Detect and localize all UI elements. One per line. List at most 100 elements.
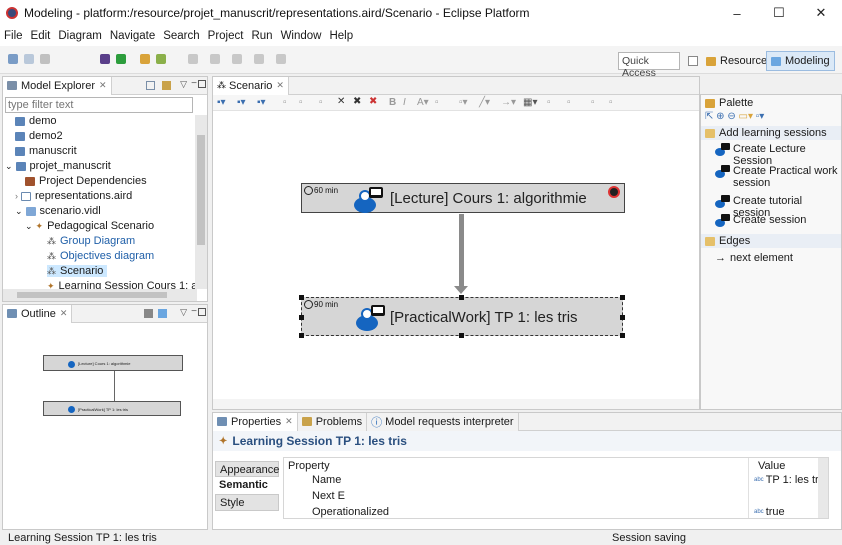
selection-handle[interactable] — [299, 295, 304, 300]
back-icon[interactable] — [232, 54, 242, 64]
print-icon[interactable] — [40, 54, 50, 64]
text-tool-icon[interactable]: ▫▾ — [756, 111, 765, 122]
menu-file[interactable]: File — [4, 30, 23, 42]
selection-handle[interactable] — [620, 333, 625, 338]
horizontal-scrollbar[interactable] — [213, 399, 699, 409]
row-value[interactable]: abc TP 1: les tris — [754, 474, 827, 486]
vertical-scrollbar[interactable] — [818, 458, 828, 518]
new-icon[interactable] — [8, 54, 18, 64]
filter-input[interactable] — [5, 97, 193, 113]
arrow-style-icon[interactable]: →▾ — [501, 97, 516, 108]
open-type-icon[interactable] — [140, 54, 150, 64]
zoom-fit-icon[interactable]: ▫ — [591, 97, 595, 108]
menu-edit[interactable]: Edit — [31, 30, 51, 42]
close-icon[interactable]: ✕ — [276, 80, 284, 91]
layers-icon[interactable]: ▪▾ — [257, 97, 266, 108]
paste-format-icon[interactable]: ▫ — [567, 97, 571, 108]
arrange-icon[interactable]: ▪▾ — [237, 97, 246, 108]
hide-icon[interactable]: ✕ — [337, 96, 345, 107]
tree-item-group-diagram[interactable]: ⁂ Group Diagram — [47, 235, 135, 247]
tree-item-scenario-vidl[interactable]: ⌄ scenario.vidl — [15, 205, 101, 217]
tree-item-demo[interactable]: demo — [15, 115, 57, 127]
tab-scenario[interactable]: ⁂ Scenario ✕ — [213, 76, 289, 95]
view-menu-icon[interactable]: ▽ — [180, 79, 187, 90]
palette-create-practical[interactable]: Create Practical work session — [715, 165, 839, 189]
menu-project[interactable]: Project — [208, 30, 244, 42]
grid-icon[interactable]: ▦▾ — [523, 97, 537, 108]
tab-properties[interactable]: Properties ✕ — [213, 412, 298, 431]
tree-item-projet-manuscrit[interactable]: ⌄ projet_manuscrit — [5, 160, 111, 172]
maximize-icon[interactable] — [198, 308, 206, 316]
next-annotation-icon[interactable] — [210, 54, 220, 64]
minimize-button[interactable]: – — [716, 0, 758, 26]
line-style-icon[interactable]: ╱▾ — [479, 97, 490, 108]
perspective-modeling[interactable]: Modeling — [766, 51, 835, 71]
bold-icon[interactable]: B — [389, 97, 396, 108]
tab-problems[interactable]: Problems — [297, 412, 368, 431]
maximize-icon[interactable] — [198, 80, 206, 88]
palette-create-lecture[interactable]: Create Lecture Session — [715, 143, 841, 167]
annotation-icon[interactable] — [188, 54, 198, 64]
palette-create-session[interactable]: Create session — [715, 214, 806, 228]
menu-search[interactable]: Search — [163, 30, 199, 42]
close-button[interactable]: ✕ — [800, 0, 842, 26]
delete-model-icon[interactable]: ✖ — [369, 96, 377, 107]
selection-handle[interactable] — [620, 295, 625, 300]
save-icon[interactable] — [24, 54, 34, 64]
tab-appearance[interactable]: Appearance — [215, 461, 279, 477]
refresh-icon[interactable]: ▫ — [299, 97, 303, 108]
tab-model-requests[interactable]: ⓘ Model requests interpreter — [367, 412, 519, 431]
note-icon[interactable]: ▭▾ — [739, 111, 753, 122]
history-icon[interactable] — [276, 54, 286, 64]
selection-handle[interactable] — [459, 295, 464, 300]
selection-handle[interactable] — [459, 333, 464, 338]
tab-style[interactable]: Style — [215, 494, 279, 511]
selection-handle[interactable] — [620, 315, 625, 320]
palette-group-add-learning-sessions[interactable]: Add learning sessions — [701, 126, 841, 140]
tab-semantic[interactable]: Semantic — [215, 477, 279, 494]
copy-format-icon[interactable]: ▫ — [547, 97, 551, 108]
open-perspective-icon[interactable] — [688, 56, 698, 66]
tree-item-scenario[interactable]: ⁂ Scenario — [47, 265, 108, 277]
forward-icon[interactable] — [254, 54, 264, 64]
filters-icon[interactable]: ▫ — [283, 97, 287, 108]
link-editor-icon[interactable] — [162, 81, 171, 90]
next-element-edge[interactable] — [459, 214, 464, 290]
tree-item-demo2[interactable]: demo2 — [15, 130, 63, 142]
view-menu-icon[interactable]: ▽ — [180, 307, 187, 318]
palette-next-element[interactable]: → next element — [715, 252, 793, 264]
chevron-down-icon[interactable]: ⌄ — [25, 221, 33, 232]
tree-item-project-dependencies[interactable]: Project Dependencies — [25, 175, 147, 187]
outline-view-icon[interactable] — [144, 309, 153, 318]
minimize-icon[interactable]: − — [191, 78, 197, 89]
line-color-icon[interactable]: ▫▾ — [459, 97, 468, 108]
close-icon[interactable]: ✕ — [99, 80, 107, 91]
menu-window[interactable]: Window — [281, 30, 322, 42]
scrollbar-thumb[interactable] — [197, 135, 205, 245]
italic-icon[interactable]: I — [403, 97, 406, 108]
debug-icon[interactable] — [100, 54, 110, 64]
minimize-icon[interactable]: − — [191, 306, 197, 317]
search-icon[interactable] — [156, 54, 166, 64]
horizontal-scrollbar[interactable] — [3, 289, 197, 301]
chevron-down-icon[interactable]: ⌄ — [5, 161, 13, 172]
zoom-out-icon[interactable]: ⊖ — [727, 111, 735, 122]
quick-access-input[interactable]: Quick Access — [618, 52, 680, 79]
select-all-icon[interactable]: ▪▾ — [217, 97, 226, 108]
practical-session-node[interactable]: 90 min [PracticalWork] TP 1: les tris — [299, 295, 625, 338]
export-image-icon[interactable]: ▫ — [609, 97, 613, 108]
font-color-icon[interactable]: A▾ — [417, 97, 429, 108]
fill-color-icon[interactable]: ▫ — [435, 97, 439, 108]
collapse-all-icon[interactable] — [146, 81, 155, 90]
tree-item-pedagogical-scenario[interactable]: ⌄ ✦ Pedagogical Scenario — [25, 220, 154, 232]
close-icon[interactable]: ✕ — [285, 416, 293, 427]
close-icon[interactable]: ✕ — [60, 308, 68, 319]
chevron-down-icon[interactable]: ⌄ — [15, 206, 23, 217]
selection-handle[interactable] — [299, 333, 304, 338]
lecture-session-node[interactable]: 60 min [Lecture] Cours 1: algorithmie — [301, 183, 625, 213]
maximize-button[interactable]: ☐ — [758, 0, 800, 26]
perspective-resource[interactable]: Resource — [702, 51, 771, 71]
menu-navigate[interactable]: Navigate — [110, 30, 155, 42]
scrollbar-thumb[interactable] — [17, 292, 167, 298]
run-icon[interactable] — [116, 54, 126, 64]
